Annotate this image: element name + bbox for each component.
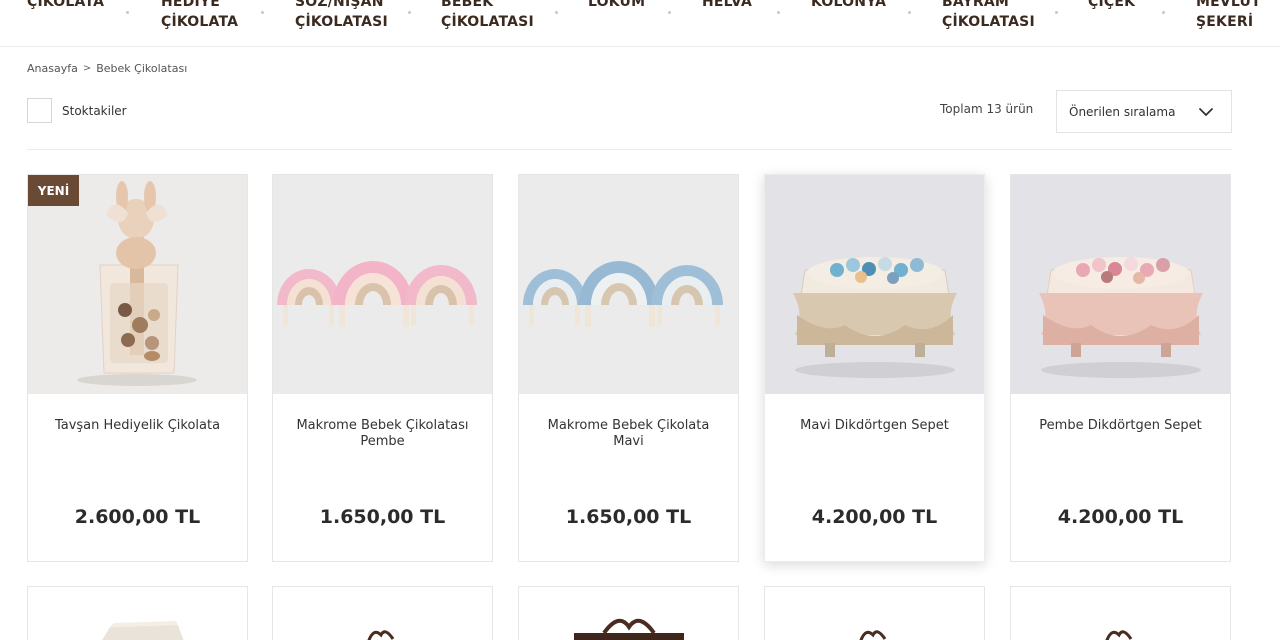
product-card[interactable]: [27, 586, 248, 640]
product-price: 1.650,00 TL: [565, 506, 692, 528]
nav-label-line: LOKUM: [588, 0, 646, 10]
product-image[interactable]: [273, 175, 492, 394]
nav-item-bayram-cikolatasi[interactable]: BAYRAM ÇİKOLATASI: [942, 0, 1035, 32]
blue-macrame-rainbows-image: [519, 175, 738, 394]
nav-separator-dot: [668, 11, 671, 14]
product-image[interactable]: [1011, 587, 1230, 640]
nav-label-line: HEDİYE: [161, 0, 221, 10]
nav-label-line: HELVA: [702, 0, 752, 10]
product-name[interactable]: Pembe Dikdörtgen Sepet: [1023, 418, 1218, 434]
brown-box-ribbon-image: [574, 618, 684, 640]
new-badge: YENİ: [28, 175, 79, 206]
in-stock-filter[interactable]: Stoktakiler: [27, 98, 127, 123]
breadcrumb-home-link[interactable]: Anasayfa: [27, 62, 78, 75]
in-stock-label: Stoktakiler: [62, 103, 127, 118]
nav-item-soz-nisan[interactable]: SÖZ/NİŞAN ÇİKOLATASI: [295, 0, 388, 32]
nav-separator-dot: [908, 11, 911, 14]
product-name[interactable]: Makrome Bebek Çikolatası Pembe: [285, 418, 480, 450]
product-card[interactable]: [764, 586, 985, 640]
nav-label-line: ÇİÇEK: [1088, 0, 1136, 10]
product-count: Toplam 13 ürün: [940, 102, 1034, 116]
pink-lace-basket-image: [1011, 175, 1230, 394]
nav-item-hediye-cikolata[interactable]: HEDİYE ÇİKOLATA: [161, 0, 238, 32]
ribbon-bow-image: [367, 630, 395, 640]
product-card[interactable]: [272, 586, 493, 640]
product-image[interactable]: [273, 587, 492, 640]
breadcrumb: Anasayfa > Bebek Çikolatası: [27, 62, 187, 75]
product-card[interactable]: YENİ Tavşan Hediyelik Çikolata 2.600,00 …: [27, 174, 248, 562]
breadcrumb-current: Bebek Çikolatası: [96, 62, 188, 75]
nav-label-line: KOLONYA: [811, 0, 887, 10]
nav-label-line: SÖZ/NİŞAN: [295, 0, 384, 10]
product-card[interactable]: [518, 586, 739, 640]
product-image[interactable]: [519, 175, 738, 394]
product-price: 2.600,00 TL: [74, 506, 201, 528]
nav-item-kolonya[interactable]: KOLONYA: [811, 0, 886, 12]
nav-separator-dot: [1055, 11, 1058, 14]
nav-item-mevlut-sekeri[interactable]: MEVLÜT ŞEKERİ: [1196, 0, 1261, 32]
nav-item-bebek-cikolatasi[interactable]: BEBEK ÇİKOLATASI: [441, 0, 534, 32]
product-card[interactable]: [1010, 586, 1231, 640]
nav-separator-dot: [408, 11, 411, 14]
nav-item-lokum[interactable]: LOKUM: [588, 0, 645, 12]
product-price: 4.200,00 TL: [811, 506, 938, 528]
nav-item-cicek[interactable]: ÇİÇEK: [1088, 0, 1135, 12]
product-name[interactable]: Tavşan Hediyelik Çikolata: [40, 418, 235, 434]
nav-label-line: BEBEK: [441, 0, 494, 10]
nav-label-line: ÇİKOLATA: [161, 14, 239, 30]
nav-label-line: BAYRAM: [942, 0, 1010, 10]
in-stock-checkbox[interactable]: [27, 98, 52, 123]
product-card[interactable]: Pembe Dikdörtgen Sepet 4.200,00 TL: [1010, 174, 1231, 562]
cream-box-image: [102, 621, 184, 640]
main-navigation: ÇİKOLATA HEDİYE ÇİKOLATA SÖZ/NİŞAN ÇİKOL…: [0, 0, 1280, 47]
blue-lace-basket-image: [765, 175, 984, 394]
product-image[interactable]: [28, 587, 247, 640]
nav-separator-dot: [1162, 11, 1165, 14]
nav-label-line: ÇİKOLATA: [27, 0, 105, 10]
section-divider: [27, 149, 1232, 150]
nav-item-cikolata[interactable]: ÇİKOLATA: [27, 0, 104, 12]
nav-separator-dot: [777, 11, 780, 14]
nav-label-line: ŞEKERİ: [1196, 14, 1254, 30]
sort-selected-value: Önerilen sıralama: [1069, 104, 1176, 119]
nav-label-line: ÇİKOLATASI: [942, 14, 1035, 30]
ribbon-bow-image: [1105, 630, 1133, 640]
sort-dropdown[interactable]: Önerilen sıralama: [1056, 90, 1232, 133]
nav-separator-dot: [126, 11, 129, 14]
product-card[interactable]: Makrome Bebek Çikolata Mavi 1.650,00 TL: [518, 174, 739, 562]
product-image[interactable]: [765, 175, 984, 394]
rabbit-gift-box-image: [28, 175, 247, 394]
nav-item-helva[interactable]: HELVA: [702, 0, 752, 12]
product-image[interactable]: [765, 587, 984, 640]
breadcrumb-separator: >: [82, 63, 92, 74]
product-name[interactable]: Makrome Bebek Çikolata Mavi: [531, 418, 726, 450]
nav-separator-dot: [555, 11, 558, 14]
product-card[interactable]: Makrome Bebek Çikolatası Pembe 1.650,00 …: [272, 174, 493, 562]
pink-macrame-rainbows-image: [273, 175, 492, 394]
product-price: 1.650,00 TL: [319, 506, 446, 528]
product-image[interactable]: [1011, 175, 1230, 394]
ribbon-bow-image: [859, 630, 887, 640]
nav-separator-dot: [261, 11, 264, 14]
product-image[interactable]: [28, 175, 247, 394]
chevron-down-icon: [1199, 108, 1213, 116]
product-price: 4.200,00 TL: [1057, 506, 1184, 528]
nav-label-line: ÇİKOLATASI: [295, 14, 388, 30]
nav-label-line: ÇİKOLATASI: [441, 14, 534, 30]
product-card[interactable]: Mavi Dikdörtgen Sepet 4.200,00 TL: [764, 174, 985, 562]
nav-label-line: MEVLÜT: [1196, 0, 1261, 10]
product-image[interactable]: [519, 587, 738, 640]
product-name[interactable]: Mavi Dikdörtgen Sepet: [777, 418, 972, 434]
